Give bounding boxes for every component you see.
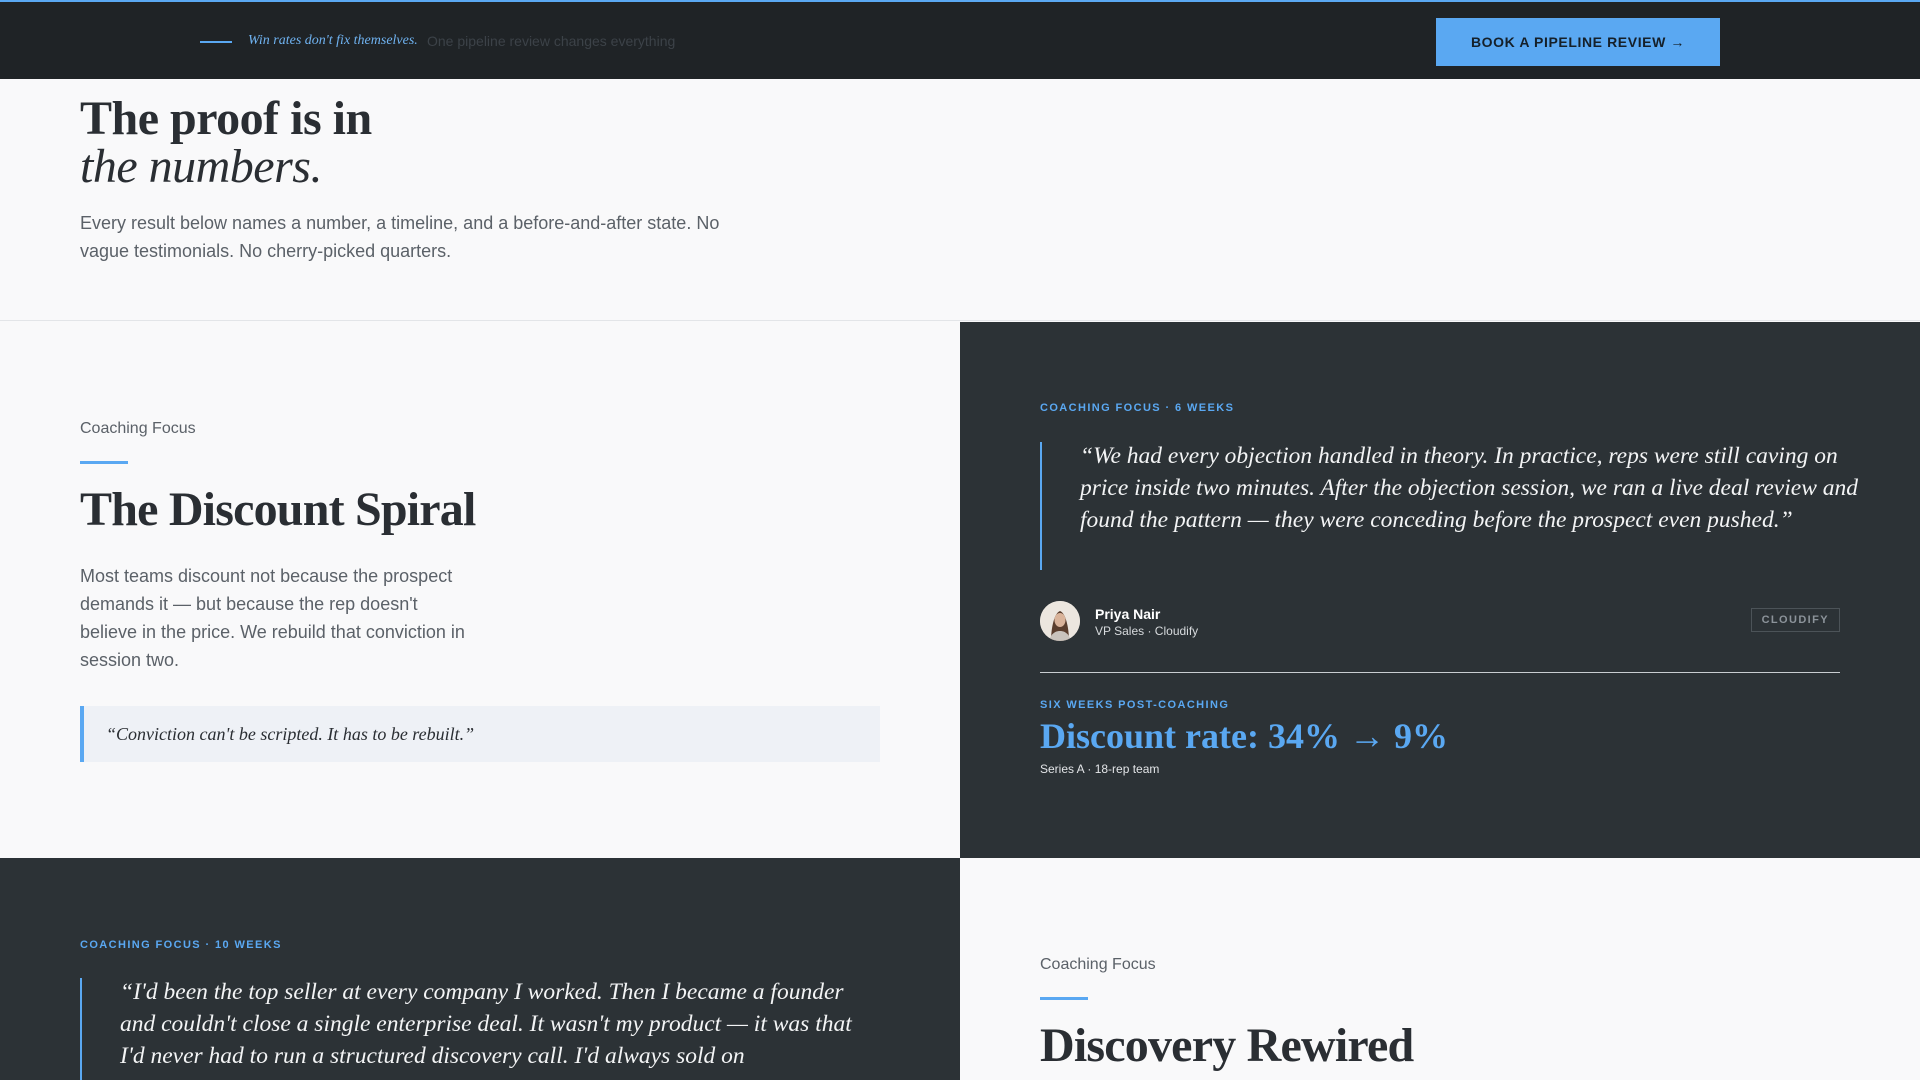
case-kicker: Coaching Focus: [1040, 956, 1156, 973]
person-name: Priya Nair: [1095, 606, 1161, 622]
banner-tagline: Win rates don't fix themselves.: [248, 33, 418, 48]
result-metric: Discount rate: 34% → 9%: [1040, 716, 1448, 756]
testimonial-cloudify: COACHING FOCUS · 6 WEEKS “We had every o…: [960, 322, 1920, 858]
company-badge: CLOUDIFY: [1750, 608, 1840, 632]
page-title-line1: The proof is in: [80, 92, 372, 145]
testimonial-quote: “I'd been the top seller at every compan…: [120, 979, 852, 1069]
avatar: [1040, 601, 1080, 641]
testimonial-quote: “We had every objection handled in theor…: [1080, 443, 1858, 533]
quote-accent-rule: [80, 978, 82, 1080]
page-title: The proof is in the numbers.: [80, 95, 372, 191]
top-banner: Win rates don't fix themselves. One pipe…: [0, 0, 1920, 79]
case-body: Most teams discount not because the pros…: [80, 566, 465, 670]
quote-accent-rule: [1040, 442, 1042, 570]
case-title: The Discount Spiral: [80, 483, 476, 536]
case-accent-rule: [1040, 997, 1088, 1000]
testimonial-label: COACHING FOCUS · 6 WEEKS: [1040, 402, 1235, 414]
intro-section: The proof is in the numbers. Every resul…: [0, 79, 1920, 321]
case-pullquote: “Conviction can't be scripted. It has to…: [80, 706, 880, 762]
case-title: Discovery Rewired: [1040, 1019, 1414, 1072]
book-pipeline-review-button[interactable]: BOOK A PIPELINE REVIEW →: [1436, 18, 1720, 66]
person-avatar-icon: [1040, 601, 1080, 641]
banner-accent-rule: [200, 41, 232, 43]
result-context: Series A · 18-rep team: [1040, 762, 1160, 776]
case-discount-spiral: Coaching Focus The Discount Spiral Most …: [0, 322, 960, 858]
person-role: VP Sales · Cloudify: [1095, 624, 1199, 638]
case-discovery-rewired: Coaching Focus Discovery Rewired: [960, 858, 1920, 1080]
case-accent-rule: [80, 461, 128, 464]
testimonial-divider: [1040, 672, 1840, 673]
result-label: SIX WEEKS POST-COACHING: [1040, 699, 1230, 711]
testimonial-label: COACHING FOCUS · 10 WEEKS: [80, 939, 282, 951]
testimonial-founder: COACHING FOCUS · 10 WEEKS “I'd been the …: [0, 858, 960, 1080]
case-kicker: Coaching Focus: [80, 420, 196, 437]
banner-tagline-muted: One pipeline review changes everything: [427, 33, 676, 49]
intro-body: Every result below names a number, a tim…: [80, 213, 720, 261]
page-title-line2: the numbers.: [80, 140, 322, 193]
company-badge-label: CLOUDIFY: [1761, 614, 1829, 626]
